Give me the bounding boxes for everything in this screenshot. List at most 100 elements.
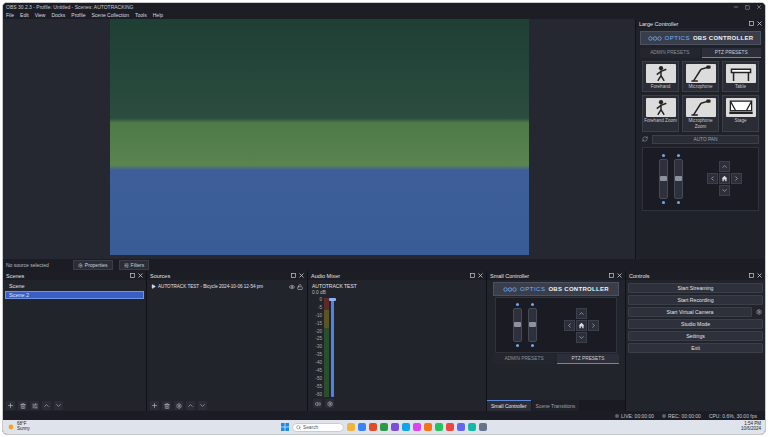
close-dock-icon[interactable]: [617, 273, 622, 278]
taskbar-clock[interactable]: 1:54 PM10/6/2024: [741, 422, 761, 432]
float-dock-icon[interactable]: [130, 273, 135, 278]
preset-tab[interactable]: ADMIN PRESETS: [640, 48, 700, 58]
preset-button[interactable]: Stage: [722, 95, 759, 132]
preset-tab[interactable]: PTZ PRESETS: [702, 48, 762, 58]
properties-button[interactable]: Properties: [73, 260, 113, 270]
close-dock-icon[interactable]: [299, 273, 304, 278]
close-dock-icon[interactable]: [757, 273, 762, 278]
pan-up-button[interactable]: [719, 161, 730, 172]
taskbar-app-icon[interactable]: [402, 423, 410, 431]
close-icon[interactable]: [756, 4, 762, 10]
unlocked-icon[interactable]: [297, 284, 303, 290]
add-button[interactable]: [150, 401, 159, 410]
home-button[interactable]: [576, 320, 587, 331]
float-dock-icon[interactable]: [749, 21, 754, 26]
preset-button[interactable]: Microphone Zoom: [682, 95, 719, 132]
scene-item[interactable]: Scene: [5, 282, 144, 290]
move-up-button[interactable]: [186, 401, 195, 410]
visible-eye-icon[interactable]: [289, 284, 295, 290]
zoom-slider[interactable]: [513, 303, 522, 347]
fader-handle[interactable]: [329, 298, 336, 301]
taskbar-app-icon[interactable]: [424, 423, 432, 431]
preset-button[interactable]: Forehand Zoom: [642, 95, 679, 132]
slider-thumb[interactable]: [514, 322, 521, 327]
pan-left-button[interactable]: [707, 173, 718, 184]
taskbar-app-icon[interactable]: [457, 423, 465, 431]
move-down-button[interactable]: [54, 401, 63, 410]
weather-widget[interactable]: 68°FSunny: [7, 422, 281, 432]
control-button[interactable]: Settings: [628, 331, 763, 341]
properties-button[interactable]: [174, 401, 183, 410]
volume-fader[interactable]: [331, 298, 334, 397]
pan-down-button[interactable]: [719, 185, 730, 196]
control-button[interactable]: Start Streaming: [628, 283, 763, 293]
control-button[interactable]: Start Virtual Camera: [628, 307, 752, 317]
mute-button[interactable]: [313, 399, 322, 408]
float-dock-icon[interactable]: [749, 273, 754, 278]
focus-slider[interactable]: [528, 303, 537, 347]
preset-tab[interactable]: PTZ PRESETS: [557, 354, 619, 364]
focus-slider[interactable]: [674, 154, 683, 204]
menu-item[interactable]: Profile: [71, 12, 85, 18]
close-dock-icon[interactable]: [138, 273, 143, 278]
taskbar-app-icon[interactable]: [369, 423, 377, 431]
menu-item[interactable]: Scene Collection: [92, 12, 130, 18]
taskbar-app-icon[interactable]: [446, 423, 454, 431]
source-item[interactable]: AUTOTRACK TEST - Bicycle 2024-10-06 12-5…: [149, 282, 305, 291]
close-dock-icon[interactable]: [478, 273, 483, 278]
remove-button[interactable]: [18, 401, 27, 410]
pan-left-button[interactable]: [564, 320, 575, 331]
taskbar-app-icon[interactable]: [435, 423, 443, 431]
close-dock-icon[interactable]: [757, 21, 762, 26]
pan-right-button[interactable]: [731, 173, 742, 184]
control-button[interactable]: Exit: [628, 343, 763, 353]
preset-button[interactable]: Microphone: [682, 61, 719, 92]
remove-button[interactable]: [162, 401, 171, 410]
taskbar-app-icon[interactable]: [347, 423, 355, 431]
zoom-slider[interactable]: [659, 154, 668, 204]
slider-thumb[interactable]: [660, 176, 667, 181]
add-button[interactable]: [6, 401, 15, 410]
scene-item[interactable]: Scene 2: [5, 291, 144, 299]
channel-settings-button[interactable]: [325, 399, 334, 408]
preset-button[interactable]: Forehand: [642, 61, 679, 92]
pan-up-button[interactable]: [576, 308, 587, 319]
menu-item[interactable]: File: [6, 12, 14, 18]
float-dock-icon[interactable]: [609, 273, 614, 278]
menu-item[interactable]: Tools: [135, 12, 147, 18]
preset-button[interactable]: Table: [722, 61, 759, 92]
maximize-icon[interactable]: [745, 5, 750, 10]
home-button[interactable]: [719, 173, 730, 184]
slider-track[interactable]: [528, 308, 537, 342]
taskbar-app-icon[interactable]: [468, 423, 476, 431]
taskbar-search[interactable]: Search: [292, 423, 344, 432]
slider-track[interactable]: [659, 159, 668, 199]
minimize-icon[interactable]: [733, 4, 739, 10]
taskbar-app-icon[interactable]: [413, 423, 421, 431]
taskbar-app-icon[interactable]: [380, 423, 388, 431]
control-button[interactable]: Start Recording: [628, 295, 763, 305]
taskbar-app-icon[interactable]: [391, 423, 399, 431]
taskbar-app-icon[interactable]: [358, 423, 366, 431]
filters-button[interactable]: Filters: [119, 260, 150, 270]
menu-item[interactable]: Edit: [20, 12, 29, 18]
slider-thumb[interactable]: [675, 176, 682, 181]
slider-thumb[interactable]: [529, 322, 536, 327]
auto-pan-button[interactable]: AUTO PAN: [652, 135, 759, 144]
float-dock-icon[interactable]: [470, 273, 475, 278]
pan-right-button[interactable]: [588, 320, 599, 331]
filters-button[interactable]: [30, 401, 39, 410]
taskbar-app-icon[interactable]: [479, 423, 487, 431]
slider-track[interactable]: [513, 308, 522, 342]
windows-start-icon[interactable]: [281, 423, 289, 431]
pan-down-button[interactable]: [576, 332, 587, 343]
dock-tab[interactable]: Small Controller: [487, 400, 531, 411]
menu-item[interactable]: View: [35, 12, 46, 18]
control-button[interactable]: Studio Mode: [628, 319, 763, 329]
float-dock-icon[interactable]: [291, 273, 296, 278]
virtual-camera-settings-button[interactable]: [754, 307, 763, 317]
slider-track[interactable]: [674, 159, 683, 199]
preset-tab[interactable]: ADMIN PRESETS: [493, 354, 555, 364]
dock-tab[interactable]: Scene Transitions: [532, 400, 580, 411]
menu-item[interactable]: Help: [153, 12, 163, 18]
